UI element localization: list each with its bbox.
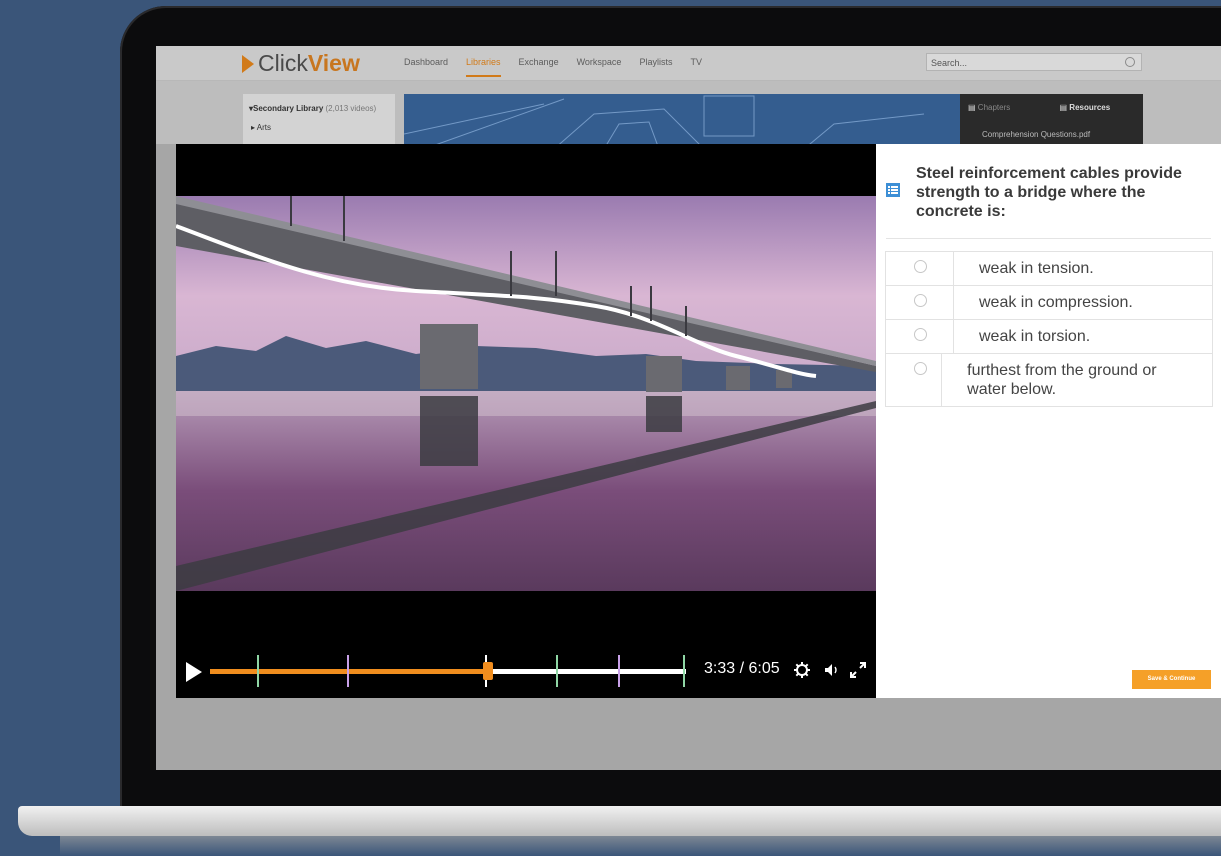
bridge-video-image (176, 196, 876, 591)
search-icon[interactable] (1125, 57, 1135, 67)
video-banner (403, 94, 960, 150)
logo-text-click: Click (258, 50, 308, 76)
chapter-marker[interactable] (256, 655, 259, 687)
gear-icon[interactable] (794, 662, 810, 678)
logo-text-view: View (307, 50, 360, 76)
logo-play-icon (242, 54, 254, 73)
answer-radio-cell[interactable] (886, 252, 954, 285)
quiz-question: Steel reinforcement cables provide stren… (916, 165, 1182, 220)
resource-file-link[interactable]: Comprehension Questions.pdf (960, 120, 1143, 139)
tab-resources-label: Resources (1069, 102, 1111, 112)
tab-chapters-label: Chapters (977, 102, 1011, 112)
radio-button[interactable] (914, 260, 927, 273)
nav-item-playlists[interactable]: Playlists (639, 57, 672, 77)
progress-thumb[interactable] (482, 662, 493, 680)
sidebar-item-arts[interactable]: ▸ Arts (243, 113, 395, 132)
chapter-marker[interactable] (682, 655, 685, 687)
answer-text: furthest from the ground or water below. (967, 362, 1157, 398)
tab-chapters[interactable]: ▤ Chapters (960, 103, 1052, 112)
sidebar-item-label: Arts (256, 123, 272, 132)
progress-bar[interactable] (210, 655, 686, 687)
answer-text: weak in compression. (979, 294, 1133, 311)
answer-radio-cell[interactable] (886, 286, 954, 319)
answer-option[interactable]: furthest from the ground or water below. (886, 354, 1212, 406)
answer-text: weak in torsion. (979, 328, 1091, 345)
library-title: Secondary Library (253, 104, 324, 113)
laptop-base-shadow (60, 836, 1221, 856)
chapters-icon: ▤ (968, 102, 976, 112)
radio-button[interactable] (914, 294, 927, 307)
search-input[interactable]: Search... (926, 53, 1142, 71)
chapter-marker[interactable] (556, 655, 559, 687)
nav-item-tv[interactable]: TV (690, 57, 702, 77)
nav-item-workspace[interactable]: Workspace (577, 57, 622, 77)
answer-text: weak in tension. (979, 260, 1094, 277)
answer-option[interactable]: weak in torsion. (886, 320, 1212, 354)
top-navigation: Click View Dashboard Libraries Exchange W… (156, 46, 1221, 81)
chapter-marker[interactable] (347, 655, 350, 687)
player-controls: 3:33 / 6:05 (176, 652, 876, 692)
resources-panel: ▤ Chapters ▤ Resources Comprehension Que… (960, 94, 1143, 149)
answer-list: weak in tension. weak in compression. we… (885, 251, 1213, 407)
quiz-panel: Steel reinforcement cables provide stren… (876, 144, 1221, 698)
play-icon[interactable] (186, 662, 202, 682)
sidebar-library-item[interactable]: ▾Secondary Library (2,013 videos) (243, 94, 395, 113)
resources-icon: ▤ (1059, 102, 1068, 112)
blueprint-illustration (403, 95, 925, 150)
answer-option[interactable]: weak in compression. (886, 286, 1212, 320)
nav-item-exchange[interactable]: Exchange (519, 57, 559, 77)
fullscreen-icon[interactable] (849, 661, 867, 679)
tab-resources[interactable]: ▤ Resources (1052, 103, 1144, 112)
radio-button[interactable] (914, 362, 927, 375)
nav-item-dashboard[interactable]: Dashboard (404, 57, 448, 77)
nav-menu: Dashboard Libraries Exchange Workspace P… (404, 57, 702, 77)
radio-button[interactable] (914, 328, 927, 341)
video-player: 3:33 / 6:05 (176, 144, 876, 698)
answer-radio-cell[interactable] (886, 354, 943, 406)
laptop-base (18, 806, 1221, 836)
time-display: 3:33 / 6:05 (704, 660, 780, 677)
question-divider (886, 238, 1211, 239)
search-placeholder: Search... (931, 58, 968, 68)
nav-item-libraries[interactable]: Libraries (466, 57, 501, 77)
answer-option[interactable]: weak in tension. (886, 252, 1212, 286)
volume-icon[interactable] (824, 663, 840, 677)
library-count: (2,013 videos) (325, 104, 377, 113)
video-frame[interactable] (176, 196, 876, 591)
clickview-logo[interactable]: Click View (242, 50, 360, 77)
answer-radio-cell[interactable] (886, 320, 954, 353)
question-list-icon (886, 183, 900, 197)
save-continue-button[interactable]: Save & Continue (1132, 670, 1211, 689)
chapter-marker[interactable] (618, 655, 621, 687)
